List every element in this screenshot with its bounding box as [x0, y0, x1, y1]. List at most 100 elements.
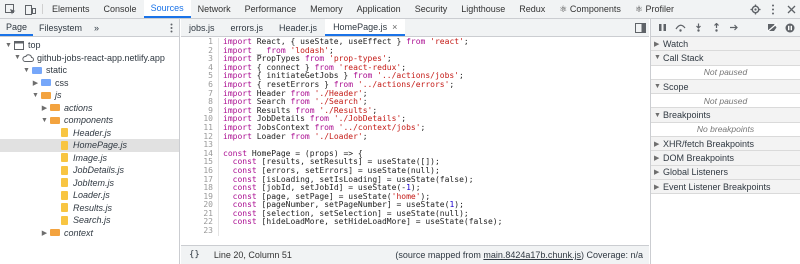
section-label: Breakpoints: [663, 110, 711, 121]
tree-item-context[interactable]: ▶ context: [0, 227, 179, 240]
collapsed-arrow-icon[interactable]: ▶: [40, 229, 49, 237]
tab-network[interactable]: Network: [191, 0, 238, 18]
pause-on-exceptions-icon[interactable]: [783, 22, 797, 34]
section-scope[interactable]: ▼ Scope: [651, 79, 800, 95]
toggle-debugger-icon[interactable]: [631, 19, 649, 36]
pretty-print-button[interactable]: {}: [189, 250, 200, 260]
line-number[interactable]: 22: [181, 218, 219, 228]
source-map-link[interactable]: main.8424a17b.chunk.js: [483, 250, 581, 260]
inspect-element-icon[interactable]: [0, 0, 20, 18]
tab-elements[interactable]: Elements: [45, 0, 97, 18]
step-icon[interactable]: [727, 22, 741, 34]
step-into-icon[interactable]: [691, 22, 705, 34]
section-xhr-fetch-breakpoints[interactable]: ▶ XHR/fetch Breakpoints: [651, 137, 800, 152]
line-number[interactable]: 9: [181, 106, 219, 116]
tree-item-github-jobs-react-app-netlify-app[interactable]: ▼ github-jobs-react-app.netlify.app: [0, 52, 179, 65]
tree-item-actions[interactable]: ▶ actions: [0, 102, 179, 115]
line-number[interactable]: 4: [181, 63, 219, 73]
line-number[interactable]: 1: [181, 38, 219, 47]
collapsed-arrow-icon: ▶: [654, 140, 660, 148]
tab-components[interactable]: ⚛ Components: [552, 0, 628, 18]
tab-application[interactable]: Application: [350, 0, 408, 18]
tree-item-js[interactable]: ▼ js: [0, 89, 179, 102]
source-map-suffix: ) Coverage: n/a: [580, 250, 643, 260]
tree-item-static[interactable]: ▼ static: [0, 64, 179, 77]
pause-icon[interactable]: [655, 22, 669, 34]
step-over-icon[interactable]: [673, 22, 687, 34]
editor-tab-homepage-js[interactable]: HomePage.js ×: [325, 19, 406, 36]
expanded-arrow-icon[interactable]: ▼: [22, 67, 31, 74]
tab-page[interactable]: Page: [0, 19, 34, 36]
tree-item-top[interactable]: ▼ top: [0, 39, 179, 52]
tab-security[interactable]: Security: [408, 0, 455, 18]
source-editor: jobs.js errors.js Header.js HomePage.js × 1i…: [181, 19, 649, 264]
tree-item-results-js[interactable]: Results.js: [0, 202, 179, 215]
line-number[interactable]: 14: [181, 149, 219, 159]
section-dom-breakpoints[interactable]: ▶ DOM Breakpoints: [651, 151, 800, 166]
collapsed-arrow-icon[interactable]: ▶: [31, 79, 40, 87]
tab-performance[interactable]: Performance: [238, 0, 304, 18]
line-number[interactable]: 11: [181, 123, 219, 133]
section-call-stack[interactable]: ▼ Call Stack: [651, 51, 800, 66]
expanded-arrow-icon[interactable]: ▼: [4, 42, 13, 49]
deactivate-breakpoints-icon[interactable]: [765, 22, 779, 34]
expanded-arrow-icon[interactable]: ▼: [13, 54, 22, 61]
tree-item-image-js[interactable]: Image.js: [0, 152, 179, 165]
tree-item-jobitem-js[interactable]: JobItem.js: [0, 177, 179, 190]
section-breakpoints[interactable]: ▼ Breakpoints: [651, 108, 800, 123]
editor-tab-jobs-js[interactable]: jobs.js: [181, 19, 223, 36]
expanded-arrow-icon[interactable]: ▼: [40, 117, 49, 124]
tab-console[interactable]: Console: [97, 0, 144, 18]
more-options-icon[interactable]: [764, 0, 782, 18]
tree-item-loader-js[interactable]: Loader.js: [0, 189, 179, 202]
tree-item-css[interactable]: ▶ css: [0, 77, 179, 90]
line-number[interactable]: 18: [181, 183, 219, 193]
tree-item-components[interactable]: ▼ components: [0, 114, 179, 127]
editor-tab-header-js[interactable]: Header.js: [271, 19, 325, 36]
section-global-listeners[interactable]: ▶ Global Listeners: [651, 165, 800, 180]
section-label: Global Listeners: [663, 167, 729, 178]
step-out-icon[interactable]: [709, 22, 723, 34]
tab-sources[interactable]: Sources: [143, 0, 191, 18]
line-number[interactable]: 2: [181, 46, 219, 56]
line-number[interactable]: 12: [181, 132, 219, 142]
line-number[interactable]: 15: [181, 158, 219, 167]
tree-item-jobdetails-js[interactable]: JobDetails.js: [0, 164, 179, 177]
collapsed-arrow-icon[interactable]: ▶: [40, 104, 49, 112]
tab-memory[interactable]: Memory: [303, 0, 350, 18]
device-toolbar-icon[interactable]: [20, 0, 40, 18]
section-watch[interactable]: ▶ Watch: [651, 37, 800, 52]
line-number[interactable]: 5: [181, 72, 219, 81]
expanded-arrow-icon[interactable]: ▼: [31, 92, 40, 99]
panel-tabs: Elements Console Sources Network Performance…: [45, 0, 681, 18]
tab-lighthouse[interactable]: Lighthouse: [454, 0, 512, 18]
line-number[interactable]: 3: [181, 55, 219, 64]
tab-redux[interactable]: Redux: [512, 0, 552, 18]
tab-filesystem[interactable]: Filesystem: [33, 19, 88, 36]
section-event-listener-breakpoints[interactable]: ▶ Event Listener Breakpoints: [651, 179, 800, 195]
line-number[interactable]: 8: [181, 98, 219, 107]
line-number[interactable]: 19: [181, 192, 219, 202]
line-number[interactable]: 17: [181, 175, 219, 185]
line-number[interactable]: 10: [181, 115, 219, 124]
more-options-icon[interactable]: [170, 19, 173, 36]
editor-tab-errors-js[interactable]: errors.js: [223, 19, 272, 36]
settings-gear-icon[interactable]: [746, 0, 764, 18]
tree-item-homepage-js[interactable]: HomePage.js: [0, 139, 179, 152]
code-area[interactable]: 1 import React, { useState, useEffect } f…: [181, 38, 649, 245]
tree-item-label: Image.js: [73, 152, 108, 163]
tab-profiler[interactable]: ⚛ Profiler: [628, 0, 681, 18]
more-tabs-button[interactable]: »: [88, 19, 105, 36]
line-number[interactable]: 21: [181, 209, 219, 219]
line-number[interactable]: 20: [181, 201, 219, 210]
close-devtools-icon[interactable]: [782, 0, 800, 18]
tree-item-search-js[interactable]: Search.js: [0, 214, 179, 227]
line-number[interactable]: 23: [181, 226, 219, 236]
line-number[interactable]: 7: [181, 89, 219, 99]
tree-item-header-js[interactable]: Header.js: [0, 127, 179, 140]
line-number[interactable]: 13: [181, 141, 219, 150]
line-number[interactable]: 6: [181, 80, 219, 90]
close-tab-icon[interactable]: ×: [392, 22, 397, 32]
line-number[interactable]: 16: [181, 166, 219, 176]
tree-item-label: components: [64, 115, 114, 126]
